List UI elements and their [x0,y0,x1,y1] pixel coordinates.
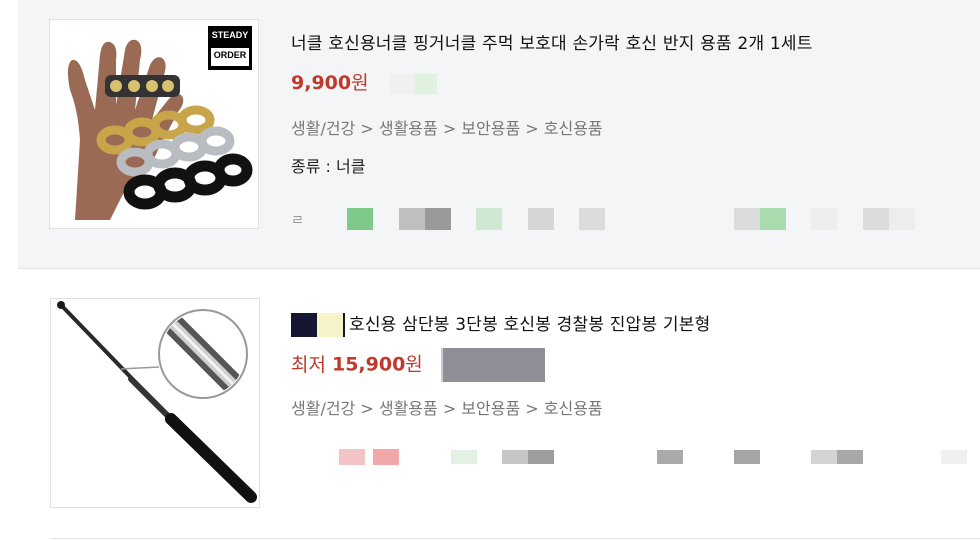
product-price: 9,900 [291,72,352,94]
product-attribute: 종류 : 너클 [291,157,366,176]
blurred-block [863,208,889,230]
product-item[interactable]: STEADY ORDER 너클 호신용너클 핑거너클 주먹 보호대 손가락 호신… [18,0,980,269]
blurred-block [837,450,863,464]
product-item[interactable]: 호신용 삼단봉 3단봉 호신봉 경찰봉 진압봉 기본형 최저 15,900원 생활… [0,270,980,540]
blurred-block [734,208,760,230]
product-title-row: 호신용 삼단봉 3단봉 호신봉 경찰봉 진압봉 기본형 [291,310,710,337]
blurred-block [399,208,425,230]
blurred-mall-logo [291,313,317,337]
blurred-block [451,450,477,464]
lowest-price-label: 최저 [291,353,326,376]
price-row: 최저 15,900원 [291,348,545,382]
blurred-block [941,450,967,464]
title-separator [343,313,345,337]
price-row: 9,900원 [291,68,437,95]
meta-glyph: ㄹ [291,213,304,229]
blurred-block [734,450,760,464]
product-thumbnail[interactable] [50,298,260,508]
blurred-block [579,208,605,230]
blurred-meta-row: ㄹ [291,208,931,232]
brand-badge-line1: STEADY [211,30,249,40]
brand-badge-line2: ORDER [213,50,247,60]
baton-image [57,301,257,503]
currency-unit: 원 [405,353,423,376]
blurred-meta-row [291,446,971,470]
blurred-rating [339,449,365,465]
blurred-block [476,208,502,230]
blurred-block [502,450,528,464]
blurred-shipping-info [388,73,415,94]
category-breadcrumb[interactable]: 생활/건강 > 생활용품 > 보안용품 > 호신용품 [291,115,603,139]
blurred-block [811,208,837,230]
blurred-block [889,208,915,230]
blurred-block [425,208,451,230]
product-title[interactable]: 너클 호신용너클 핑거너클 주먹 보호대 손가락 호신 반지 용품 2개 1세트 [291,29,813,54]
category-breadcrumb[interactable]: 생활/건강 > 생활용품 > 보안용품 > 호신용품 [291,395,603,419]
product-thumbnail[interactable]: STEADY ORDER [49,19,259,229]
blurred-shipping-info-2 [414,73,437,94]
blurred-rating [373,449,399,465]
blurred-block [347,208,373,230]
currency-unit: 원 [351,72,369,94]
blurred-block [657,450,683,464]
list-divider [50,538,980,539]
blurred-block [528,208,554,230]
blurred-block [760,208,786,230]
product-title[interactable]: 호신용 삼단봉 3단봉 호신봉 경찰봉 진압봉 기본형 [349,315,710,335]
blurred-block [811,450,837,464]
blurred-block [528,450,554,464]
product-price: 15,900 [331,353,406,376]
compare-price-button[interactable] [440,348,545,382]
blurred-mall-logo-2 [317,313,343,337]
